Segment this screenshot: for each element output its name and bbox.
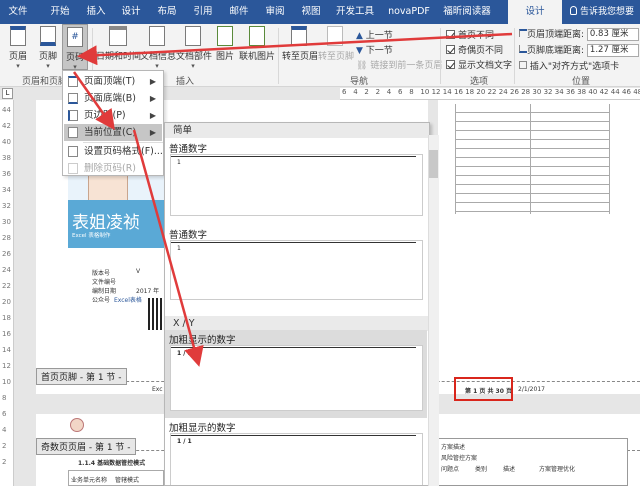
- arrow-to-page-number: [77, 32, 513, 66]
- annotation-arrows: [72, 32, 513, 367]
- arrow-to-current-position: [72, 71, 115, 131]
- arrow-to-bold-number: [132, 129, 204, 367]
